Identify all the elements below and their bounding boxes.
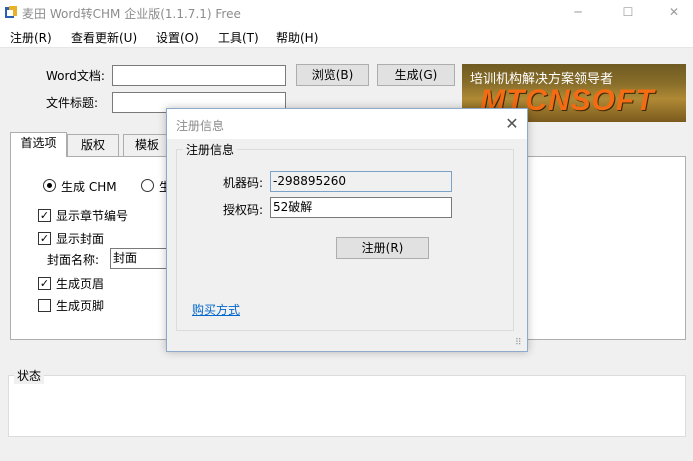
menu-tools[interactable]: 工具(T) xyxy=(218,29,259,46)
radio-generate-chm[interactable] xyxy=(43,179,56,192)
browse-button[interactable]: 浏览(B) xyxy=(296,64,369,86)
status-panel xyxy=(8,375,686,437)
cover-name-label: 封面名称: xyxy=(47,253,100,267)
radio-generate-chm-label: 生成 CHM xyxy=(61,180,117,194)
tab-template[interactable]: 模板 xyxy=(123,134,171,156)
groupbox-title: 注册信息 xyxy=(183,141,238,158)
dialog-close-icon[interactable]: ✕ xyxy=(501,113,523,135)
generate-button[interactable]: 生成(G) xyxy=(377,64,455,86)
close-button[interactable]: ✕ xyxy=(651,0,693,26)
word-doc-label: Word文档: xyxy=(46,69,105,83)
menu-check-updates[interactable]: 查看更新(U) xyxy=(71,29,137,46)
purchase-link[interactable]: 购买方式 xyxy=(192,301,240,318)
checkbox-generate-footer[interactable] xyxy=(38,299,51,312)
machine-code-label: 机器码: xyxy=(223,176,264,190)
registration-dialog: 注册信息 ✕ 注册信息 机器码: -298895260 授权码: 52破解 注册… xyxy=(166,108,528,352)
dialog-title-bar: 注册信息 ✕ xyxy=(167,109,527,139)
app-icon xyxy=(5,6,17,18)
word-doc-input[interactable] xyxy=(112,65,286,86)
title-bar: 麦田 Word转CHM 企业版(1.1.7.1) Free ─ ☐ ✕ xyxy=(0,0,693,26)
show-cover-label: 显示封面 xyxy=(56,232,105,246)
window-title: 麦田 Word转CHM 企业版(1.1.7.1) Free xyxy=(22,7,241,21)
checkbox-show-chapter-numbers[interactable]: ✓ xyxy=(38,209,51,222)
menu-settings[interactable]: 设置(O) xyxy=(156,29,199,46)
checkbox-show-cover[interactable]: ✓ xyxy=(38,232,51,245)
file-title-label: 文件标题: xyxy=(46,96,99,110)
checkbox-generate-header[interactable]: ✓ xyxy=(38,277,51,290)
menu-help[interactable]: 帮助(H) xyxy=(276,29,318,46)
dialog-title: 注册信息 xyxy=(176,119,225,133)
menu-register[interactable]: 注册(R) xyxy=(10,29,52,46)
resize-grip-icon[interactable]: ⠿ xyxy=(515,339,525,349)
tab-preferences[interactable]: 首选项 xyxy=(10,132,67,157)
maximize-button[interactable]: ☐ xyxy=(605,0,651,26)
minimize-button[interactable]: ─ xyxy=(555,0,601,26)
cover-name-input[interactable]: 封面 xyxy=(110,248,168,269)
auth-code-input[interactable]: 52破解 xyxy=(270,197,452,218)
generate-header-label: 生成页眉 xyxy=(56,277,105,291)
machine-code-field[interactable]: -298895260 xyxy=(270,171,452,192)
tab-copyright[interactable]: 版权 xyxy=(67,134,119,156)
radio-other-output[interactable] xyxy=(141,179,154,192)
show-chapter-numbers-label: 显示章节编号 xyxy=(56,209,129,223)
menu-bar: 注册(R) 查看更新(U) 设置(O) 工具(T) 帮助(H) xyxy=(0,26,693,48)
register-button[interactable]: 注册(R) xyxy=(336,237,429,259)
auth-code-label: 授权码: xyxy=(223,203,264,217)
generate-footer-label: 生成页脚 xyxy=(56,299,105,313)
status-label: 状态 xyxy=(14,367,45,384)
